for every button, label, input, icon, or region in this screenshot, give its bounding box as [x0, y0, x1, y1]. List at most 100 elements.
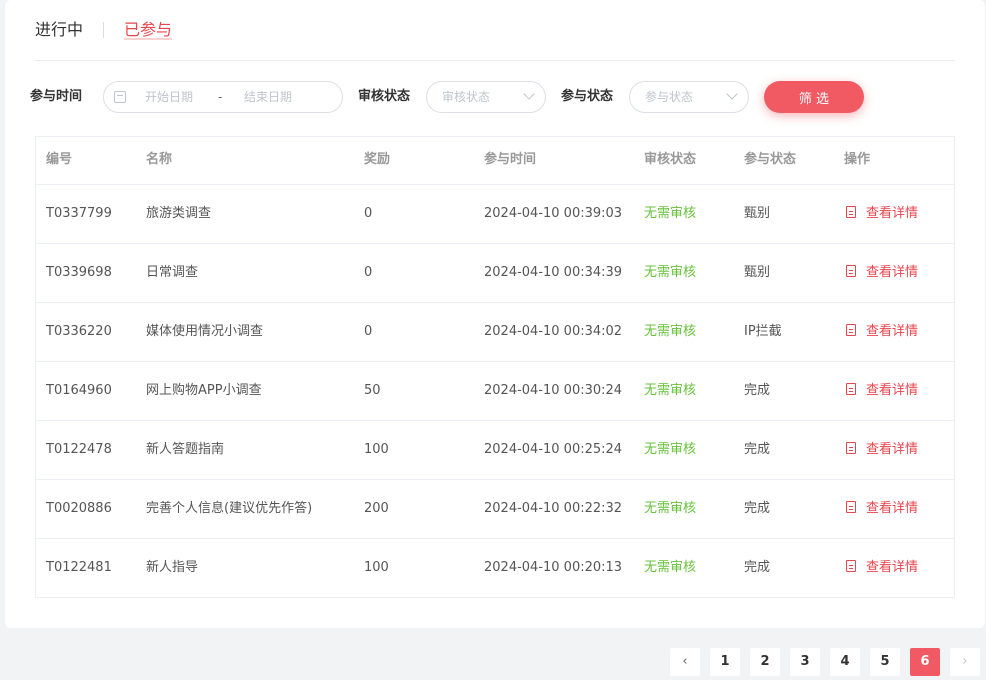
cell-status: 完成 [744, 560, 771, 575]
view-detail-label: 查看详情 [866, 324, 919, 339]
header-action: 操作 [844, 152, 871, 167]
cell-reward: 200 [364, 501, 389, 516]
view-detail-label: 查看详情 [866, 442, 919, 457]
cell-time: 2024-04-10 00:39:03 [484, 206, 623, 221]
time-filter-label: 参与时间 [30, 89, 83, 104]
table-row: T0339698 日常调查 0 2024-04-10 00:34:39 无需审核 甄别 查看… [36, 244, 954, 303]
cell-reward: 100 [364, 442, 389, 457]
page-1[interactable]: 1 [710, 648, 740, 676]
review-status-select[interactable]: 审核状态 [426, 81, 546, 113]
header-name: 名称 [146, 152, 173, 167]
start-date-input[interactable]: 开始日期 [145, 82, 193, 112]
review-status-placeholder: 审核状态 [442, 90, 491, 104]
cell-reward: 50 [364, 383, 381, 398]
cell-review: 无需审核 [644, 206, 697, 221]
tab-in-progress[interactable]: 进行中 [35, 18, 83, 42]
page-3[interactable]: 3 [790, 648, 820, 676]
cell-review: 无需审核 [644, 265, 697, 280]
participate-status-select[interactable]: 参与状态 [629, 81, 749, 113]
chevron-down-icon [523, 88, 535, 100]
view-detail-label: 查看详情 [866, 501, 919, 516]
prev-page-button[interactable]: ‹ [670, 648, 700, 676]
cell-name: 网上购物APP小调查 [146, 383, 262, 398]
cell-status: 完成 [744, 383, 771, 398]
view-detail-link[interactable]: 查看详情 [846, 362, 918, 420]
cell-time: 2024-04-10 00:30:24 [484, 383, 623, 398]
document-icon [846, 265, 856, 277]
cell-review: 无需审核 [644, 442, 697, 457]
cell-id: T0164960 [46, 383, 112, 398]
cell-review: 无需审核 [644, 383, 697, 398]
tab-participated[interactable]: 已参与 [124, 18, 173, 42]
page-5[interactable]: 5 [870, 648, 900, 676]
cell-reward: 0 [364, 324, 373, 339]
header-status: 参与状态 [744, 152, 797, 167]
document-icon [846, 442, 856, 454]
cell-status: IP拦截 [744, 324, 782, 339]
header-review: 审核状态 [644, 152, 697, 167]
table-row: T0122478 新人答题指南 100 2024-04-10 00:25:24 无需审核… [36, 421, 954, 480]
cell-id: T0336220 [46, 324, 112, 339]
filter-button[interactable]: 筛 选 [764, 81, 864, 113]
document-icon [846, 206, 856, 218]
cell-name: 完善个人信息(建议优先作答) [146, 501, 313, 516]
view-detail-link[interactable]: 查看详情 [846, 185, 918, 243]
review-filter-label: 审核状态 [358, 89, 411, 104]
page-4[interactable]: 4 [830, 648, 860, 676]
cell-status: 完成 [744, 501, 771, 516]
cell-time: 2024-04-10 00:34:02 [484, 324, 623, 339]
range-separator: - [218, 90, 223, 104]
cell-reward: 0 [364, 206, 373, 221]
cell-time: 2024-04-10 00:22:32 [484, 501, 623, 516]
cell-status: 甄别 [744, 265, 771, 280]
table-row: T0020886 完善个人信息(建议优先作答) 200 2024-04-10 00:2… [36, 480, 954, 539]
header-id: 编号 [46, 152, 73, 167]
next-page-button[interactable]: › [950, 648, 980, 676]
cell-name: 新人答题指南 [146, 442, 225, 457]
view-detail-link[interactable]: 查看详情 [846, 539, 918, 597]
participate-filter-label: 参与状态 [561, 89, 614, 104]
results-table: 编号 名称 奖励 参与时间 审核状态 参与状态 操作 T0337799 旅游类调查… [35, 136, 955, 598]
document-icon [846, 560, 856, 572]
cell-id: T0337799 [46, 206, 112, 221]
cell-reward: 100 [364, 560, 389, 575]
tab-separator [103, 22, 105, 38]
view-detail-link[interactable]: 查看详情 [846, 480, 918, 538]
header-reward: 奖励 [364, 152, 391, 167]
cell-review: 无需审核 [644, 324, 697, 339]
table-row: T0337799 旅游类调查 0 2024-04-10 00:39:03 无需审核 甄别 查… [36, 185, 954, 244]
document-icon [846, 324, 856, 336]
cell-review: 无需审核 [644, 501, 697, 516]
view-detail-label: 查看详情 [866, 383, 919, 398]
date-range-picker[interactable]: 开始日期 - 结束日期 [103, 81, 343, 113]
view-detail-label: 查看详情 [866, 206, 919, 221]
table-row: T0122481 新人指导 100 2024-04-10 00:20:13 无需审核 完成… [36, 539, 954, 598]
filter-bar: 参与时间 开始日期 - 结束日期 审核状态 审核状态 参与状态 参与状态 筛 选 [30, 81, 970, 113]
view-detail-link[interactable]: 查看详情 [846, 303, 918, 361]
cell-name: 媒体使用情况小调查 [146, 324, 264, 339]
cell-name: 旅游类调查 [146, 206, 212, 221]
page-6[interactable]: 6 [910, 648, 940, 676]
cell-time: 2024-04-10 00:20:13 [484, 560, 623, 575]
table-row: T0164960 网上购物APP小调查 50 2024-04-10 00:30:24 无… [36, 362, 954, 421]
tab-bar: 进行中 已参与 [35, 18, 173, 42]
page-2[interactable]: 2 [750, 648, 780, 676]
document-icon [846, 501, 856, 513]
cell-time: 2024-04-10 00:34:39 [484, 265, 623, 280]
table-row: T0336220 媒体使用情况小调查 0 2024-04-10 00:34:02 无需审… [36, 303, 954, 362]
cell-review: 无需审核 [644, 560, 697, 575]
view-detail-label: 查看详情 [866, 560, 919, 575]
header-time: 参与时间 [484, 152, 537, 167]
view-detail-link[interactable]: 查看详情 [846, 244, 918, 302]
end-date-input[interactable]: 结束日期 [244, 82, 292, 112]
cell-status: 完成 [744, 442, 771, 457]
cell-id: T0020886 [46, 501, 112, 516]
participate-status-placeholder: 参与状态 [645, 90, 694, 104]
cell-name: 日常调查 [146, 265, 199, 280]
calendar-icon [114, 91, 126, 103]
cell-id: T0339698 [46, 265, 112, 280]
cell-name: 新人指导 [146, 560, 199, 575]
chevron-down-icon [726, 88, 738, 100]
table-header: 编号 名称 奖励 参与时间 审核状态 参与状态 操作 [36, 137, 954, 185]
view-detail-link[interactable]: 查看详情 [846, 421, 918, 479]
